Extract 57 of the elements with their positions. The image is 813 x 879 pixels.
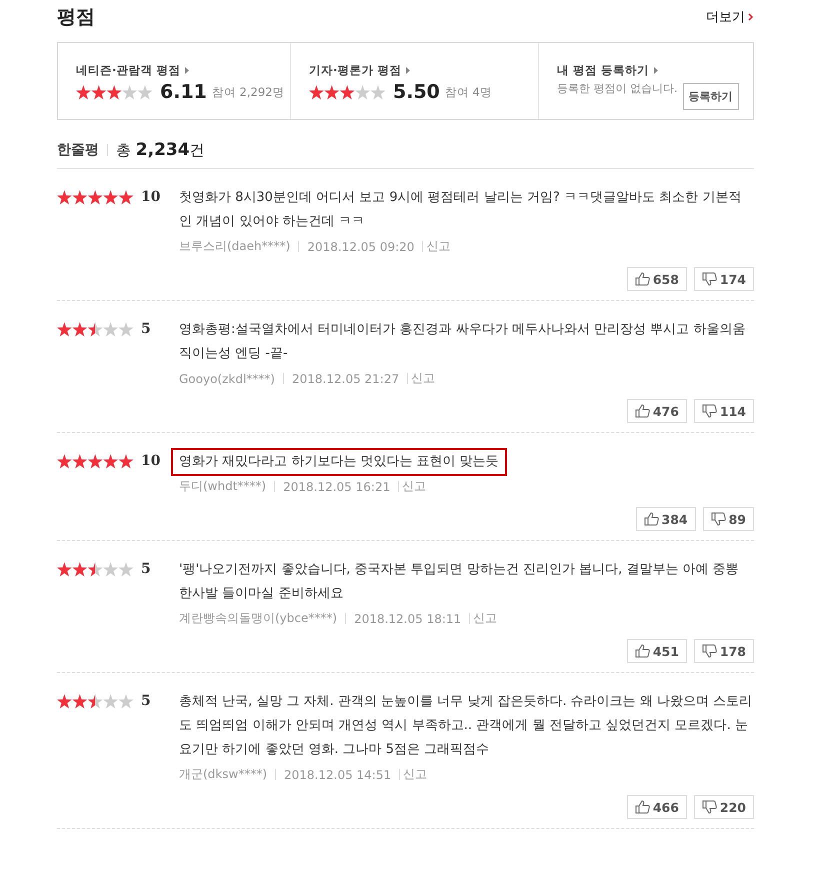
like-button[interactable]: 384 <box>636 507 696 531</box>
caret-icon <box>406 67 410 74</box>
register-button[interactable]: 등록하기 <box>682 83 738 110</box>
review-score: 5 <box>141 322 151 337</box>
review-date: 2018.12.05 09:20 <box>307 240 414 254</box>
summary-link[interactable]: 내 평점 등록하기 <box>557 63 658 78</box>
score-value: 6.11 <box>160 81 207 103</box>
thumbs-up-icon <box>634 272 650 286</box>
more-link[interactable]: 더보기 <box>706 8 754 26</box>
review-score: 5 <box>141 562 151 577</box>
comment-total: 총 2,234건 <box>116 140 205 160</box>
thumbs-up-icon <box>644 512 658 526</box>
like-button[interactable]: 451 <box>626 639 687 663</box>
thumbs-down-icon <box>702 404 717 418</box>
summary-link[interactable]: 네티즌·관람객 평점 <box>76 63 190 78</box>
review-text: 영화총평:설국열차에서 터미네이터가 홍진경과 싸우다가 메두사나와서 만리장성 뿌시고 하울의움직이는성 엔딩 -끝- <box>179 321 746 363</box>
participant-count: 참여 4명 <box>444 84 492 100</box>
chevron-icon <box>748 13 754 21</box>
dislike-button[interactable]: 220 <box>694 795 754 819</box>
score-value: 5.50 <box>393 81 440 103</box>
review-score: 10 <box>141 190 160 205</box>
review-text: '팽'나오기전까지 좋았습니다, 중국자본 투입되면 망하는건 진리인가 봅니다, 결말부는 아예 중뽕 한사발 들이마실 준비하세요 <box>179 561 740 603</box>
review-date: 2018.12.05 16:21 <box>283 480 390 494</box>
dislike-button[interactable]: 89 <box>702 507 754 531</box>
thumbs-down-icon <box>710 512 726 526</box>
review-date: 2018.12.05 14:51 <box>284 768 392 782</box>
author-name: Gooyo(zkdl****) <box>179 372 275 386</box>
thumbs-down-icon <box>702 272 717 286</box>
dislike-button[interactable]: 114 <box>694 399 754 423</box>
participant-count: 참여 2,292명 <box>212 84 284 100</box>
author-name: 브루스리(daeh****) <box>179 238 290 255</box>
dislike-button[interactable]: 178 <box>694 639 754 663</box>
like-button[interactable]: 476 <box>626 399 687 423</box>
review-text: 영화가 재밌다라고 하기보다는 멋있다는 표현이 맞는듯 <box>173 450 505 474</box>
caret-icon <box>185 67 190 74</box>
dislike-button[interactable]: 174 <box>694 267 754 291</box>
author-name: 개군(dksw****) <box>179 766 267 783</box>
author-name: 계란빵속의돌맹이(ybce****) <box>179 610 338 627</box>
review-score: 10 <box>141 454 160 469</box>
review-date: 2018.12.05 18:11 <box>354 612 462 626</box>
caret-icon <box>654 67 658 74</box>
thumbs-up-icon <box>634 404 650 418</box>
author-name: 두디(whdt****) <box>179 478 266 495</box>
summary-link[interactable]: 기자·평론가 평점 <box>309 63 410 78</box>
empty-message: 등록한 평점이 없습니다. <box>557 81 678 96</box>
thumbs-up-icon <box>634 800 650 814</box>
thumbs-down-icon <box>702 644 717 658</box>
section-title: 평점 <box>57 5 95 30</box>
like-button[interactable]: 466 <box>626 795 687 819</box>
review-score: 5 <box>141 694 151 709</box>
review-text: 첫영화가 8시30분인데 어디서 보고 9시에 평점테러 날리는 거임? ㅋㅋ댓글알바도 최소한 기본적인 개념이 있어야 하는건데 ㅋㅋ <box>179 189 742 231</box>
thumbs-up-icon <box>634 644 650 658</box>
review-date: 2018.12.05 21:27 <box>292 372 400 386</box>
comments-title: 한줄평 <box>57 141 99 159</box>
like-button[interactable]: 658 <box>626 267 687 291</box>
review-text: 총체적 난국, 실망 그 자체. 관객의 눈높이를 너무 낮게 잡은듯하다. 슈라이크는 왜 나왔으며 스토리도 띄엄띄엄 이해가 안되며 개연성 역시 부족하고.. 관객에게 뭘 전달하고 싶었던건지 모르겠다. 눈요기만 하기에 좋았던 영화. 그나마 5점은 그래픽점수 <box>179 693 754 759</box>
thumbs-down-icon <box>702 800 717 814</box>
